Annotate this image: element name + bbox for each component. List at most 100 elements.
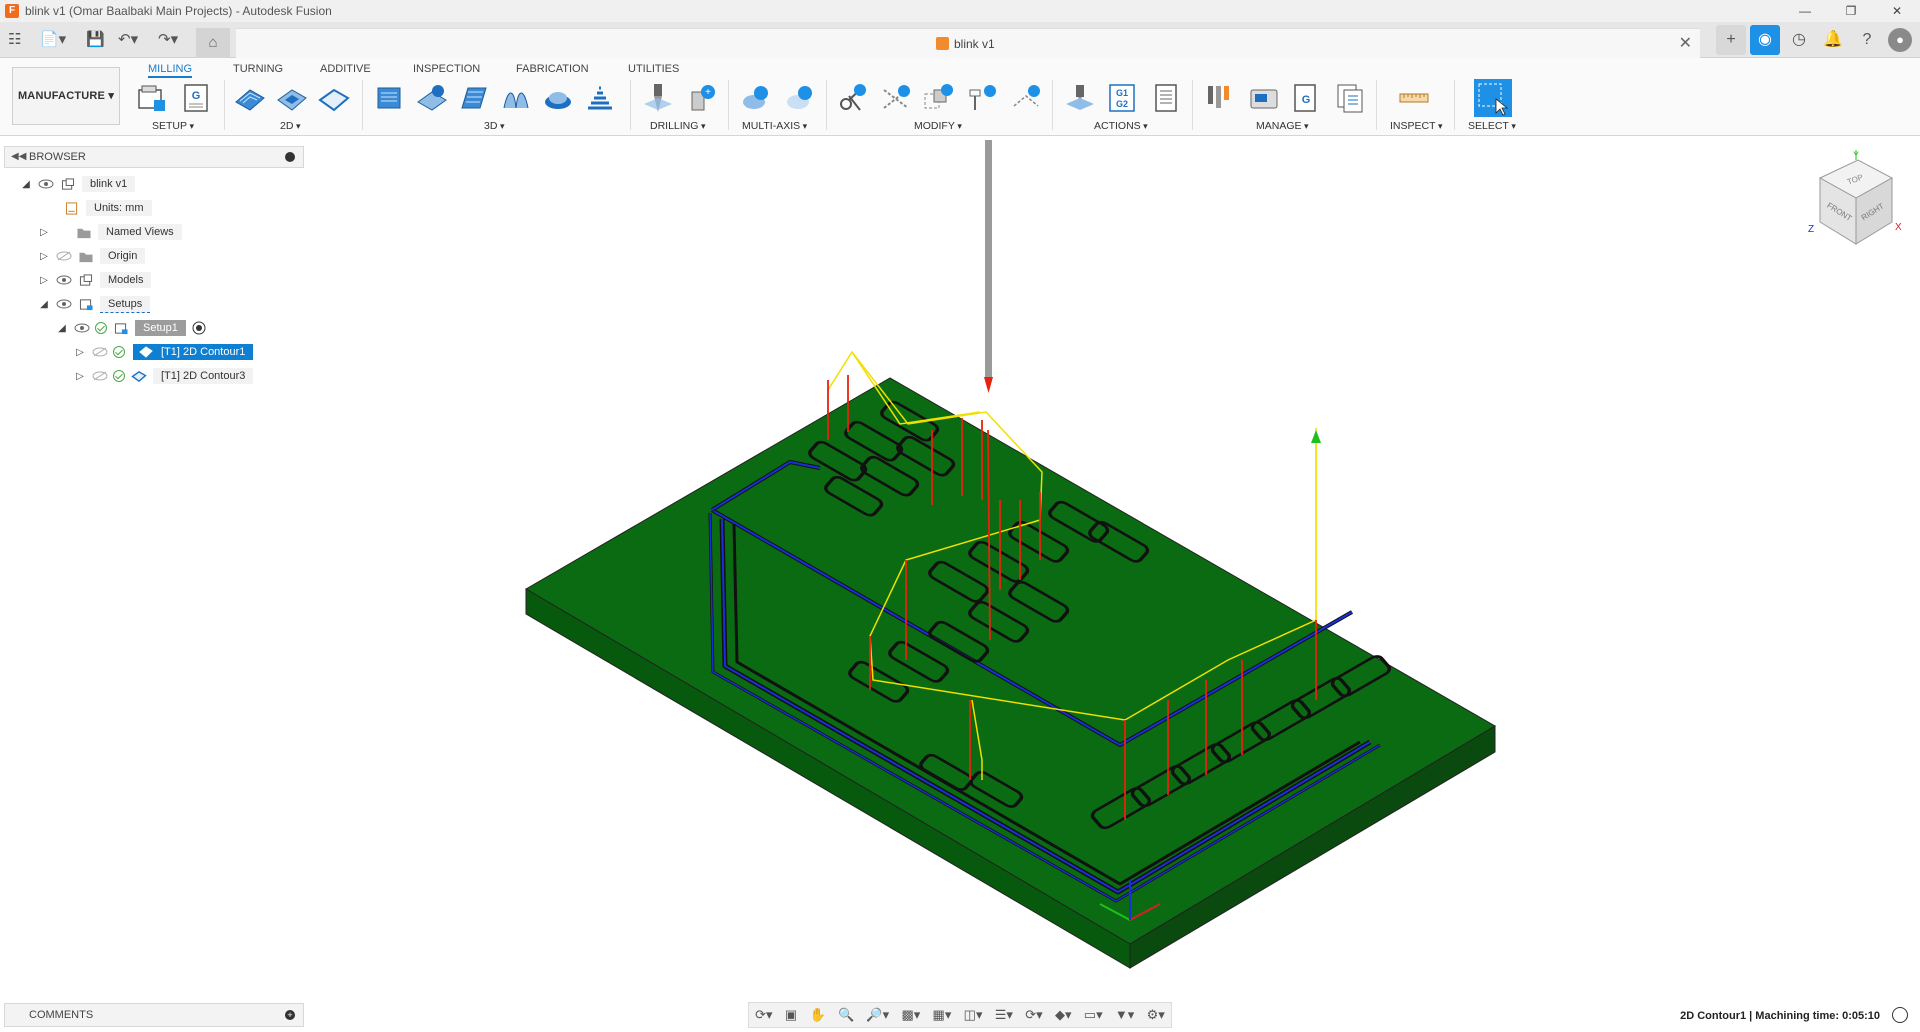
activate-radio-icon[interactable] [192,321,206,335]
new-setup-icon[interactable] [136,82,168,114]
close-window-button[interactable]: ✕ [1874,0,1920,22]
setup-sheet-icon[interactable] [1150,82,1182,114]
3d-pocket-icon[interactable] [416,82,448,114]
2d-pocket-icon[interactable] [276,82,308,114]
tree-item-setup1[interactable]: ◢ Setup1 [56,318,206,338]
tab-milling[interactable]: MILLING [148,60,193,78]
tab-fabrication[interactable]: FABRICATION [516,60,589,78]
browser-panel-header[interactable]: ◀◀ BROWSER [4,146,304,168]
app-grid-icon[interactable]: ☷ [8,28,21,52]
restore-button[interactable]: ❐ [1828,0,1874,22]
3d-steep-icon[interactable] [458,82,490,114]
tree-item-setups[interactable]: ◢ Setups [38,294,151,314]
group-setup[interactable]: SETUP [152,120,194,132]
move-toolpath-icon[interactable] [922,82,954,114]
tree-item-contour1[interactable]: ▷ [T1] 2D Contour1 [74,342,254,362]
save-icon[interactable]: 💾 [86,28,105,52]
redo-icon[interactable]: ↷▾ [158,28,178,52]
tab-utilities[interactable]: UTILITIES [628,60,679,78]
canvas-viewport[interactable]: TOP FRONT RIGHT Y X Z [0,137,1920,997]
template-library-icon[interactable] [1334,82,1366,114]
viewports-icon[interactable]: ◫▾ [964,1007,983,1023]
3d-contour-icon[interactable] [584,82,616,114]
eye-hidden-icon[interactable] [92,371,108,381]
edit-notes-icon[interactable] [966,82,998,114]
effects-icon[interactable]: ▭▾ [1084,1007,1103,1023]
zoom-window-icon[interactable]: 🔎▾ [866,1007,889,1023]
3d-parallel-icon[interactable] [500,82,532,114]
group-drilling[interactable]: DRILLING [650,120,705,132]
simulate-icon[interactable] [1064,82,1096,114]
expand-triangle-icon[interactable]: ▷ [38,251,50,262]
delete-toolpath-icon[interactable] [880,82,912,114]
minimize-button[interactable]: — [1782,0,1828,22]
group-inspect[interactable]: INSPECT [1390,120,1443,132]
collapse-triangle-icon[interactable]: ◢ [20,179,32,190]
eye-hidden-icon[interactable] [92,347,108,357]
expand-triangle-icon[interactable]: ▷ [74,347,86,358]
3d-adaptive-icon[interactable] [374,82,406,114]
orbit-icon[interactable]: ⟳▾ [755,1007,772,1023]
comments-panel[interactable]: COMMENTS + [4,1003,304,1027]
eye-icon[interactable] [74,323,90,333]
tree-item-units[interactable]: Units: mm [58,198,152,218]
tree-item-origin[interactable]: ▷ Origin [38,246,146,266]
nc-program-icon[interactable]: G [180,82,212,114]
eye-hidden-icon[interactable] [56,251,72,261]
pan-icon[interactable]: ✋ [809,1007,825,1023]
stock-display-icon[interactable]: ◆▾ [1055,1007,1072,1023]
drill-icon[interactable] [642,82,674,114]
undo-icon[interactable]: ↶▾ [118,28,138,52]
collapse-triangle-icon[interactable]: ◢ [56,323,68,334]
machine-display-icon[interactable]: ⚙▾ [1147,1007,1165,1023]
swarf-icon[interactable] [784,82,816,114]
2d-contour-icon[interactable] [318,82,350,114]
post-library-icon[interactable]: G [1290,82,1322,114]
link-toolpath-icon[interactable] [1010,82,1042,114]
expand-triangle-icon[interactable]: ▷ [74,371,86,382]
tab-turning[interactable]: TURNING [233,60,283,78]
avatar[interactable]: ● [1888,28,1912,52]
notifications-icon[interactable]: 🔔 [1818,25,1848,55]
display-settings-icon[interactable]: ▩▾ [901,1007,920,1023]
group-manage[interactable]: MANAGE [1256,120,1309,132]
status-info-icon[interactable] [1892,1007,1908,1023]
group-actions[interactable]: ACTIONS [1094,120,1148,132]
home-icon[interactable]: ⌂ [196,28,230,58]
new-tab-icon[interactable]: + [1716,25,1746,55]
grid-icon[interactable]: ▦▾ [933,1007,952,1023]
tab-inspection[interactable]: INSPECTION [413,60,480,78]
group-2d[interactable]: 2D [280,120,300,132]
eye-icon[interactable] [56,299,72,309]
tool-display-icon[interactable]: ▼▾ [1115,1007,1134,1023]
hole-recognition-icon[interactable]: + [686,82,718,114]
eye-icon[interactable] [56,275,72,285]
group-multi-axis[interactable]: MULTI-AXIS [742,120,807,132]
job-status-icon[interactable]: ◷ [1784,25,1814,55]
group-3d[interactable]: 3D [484,120,504,132]
tree-item-root[interactable]: ◢ blink v1 [20,174,136,194]
3d-scallop-icon[interactable] [542,82,574,114]
collapse-icon[interactable]: ◀◀ [11,147,26,167]
file-menu-icon[interactable]: 📄▾ [40,28,66,52]
tree-item-named-views[interactable]: ▷ Named Views [38,222,182,242]
close-tab-icon[interactable]: ✕ [1679,29,1692,59]
tree-item-contour3[interactable]: ▷ [T1] 2D Contour3 [74,366,254,386]
tree-item-models[interactable]: ▷ Models [38,270,152,290]
toolpath-display-icon[interactable]: ☰▾ [995,1007,1013,1023]
select-icon[interactable] [1474,79,1512,117]
extensions-icon[interactable]: ◉ [1750,25,1780,55]
tab-additive[interactable]: ADDITIVE [320,60,371,78]
add-comment-icon[interactable]: + [285,1010,295,1020]
machine-library-icon[interactable] [1248,82,1280,114]
zoom-icon[interactable]: 🔍 [838,1007,854,1023]
post-process-icon[interactable]: G1 G2 [1106,82,1138,114]
look-at-icon[interactable]: ▣ [785,1007,797,1023]
eye-icon[interactable] [38,179,54,189]
help-icon[interactable]: ? [1852,25,1882,55]
workspace-switcher-button[interactable]: MANUFACTURE ▾ [12,67,120,125]
viewcube[interactable]: TOP FRONT RIGHT Y X Z [1808,150,1902,245]
measure-icon[interactable] [1398,82,1430,114]
group-select[interactable]: SELECT [1468,120,1516,132]
multi-axis-contour-icon[interactable] [740,82,772,114]
